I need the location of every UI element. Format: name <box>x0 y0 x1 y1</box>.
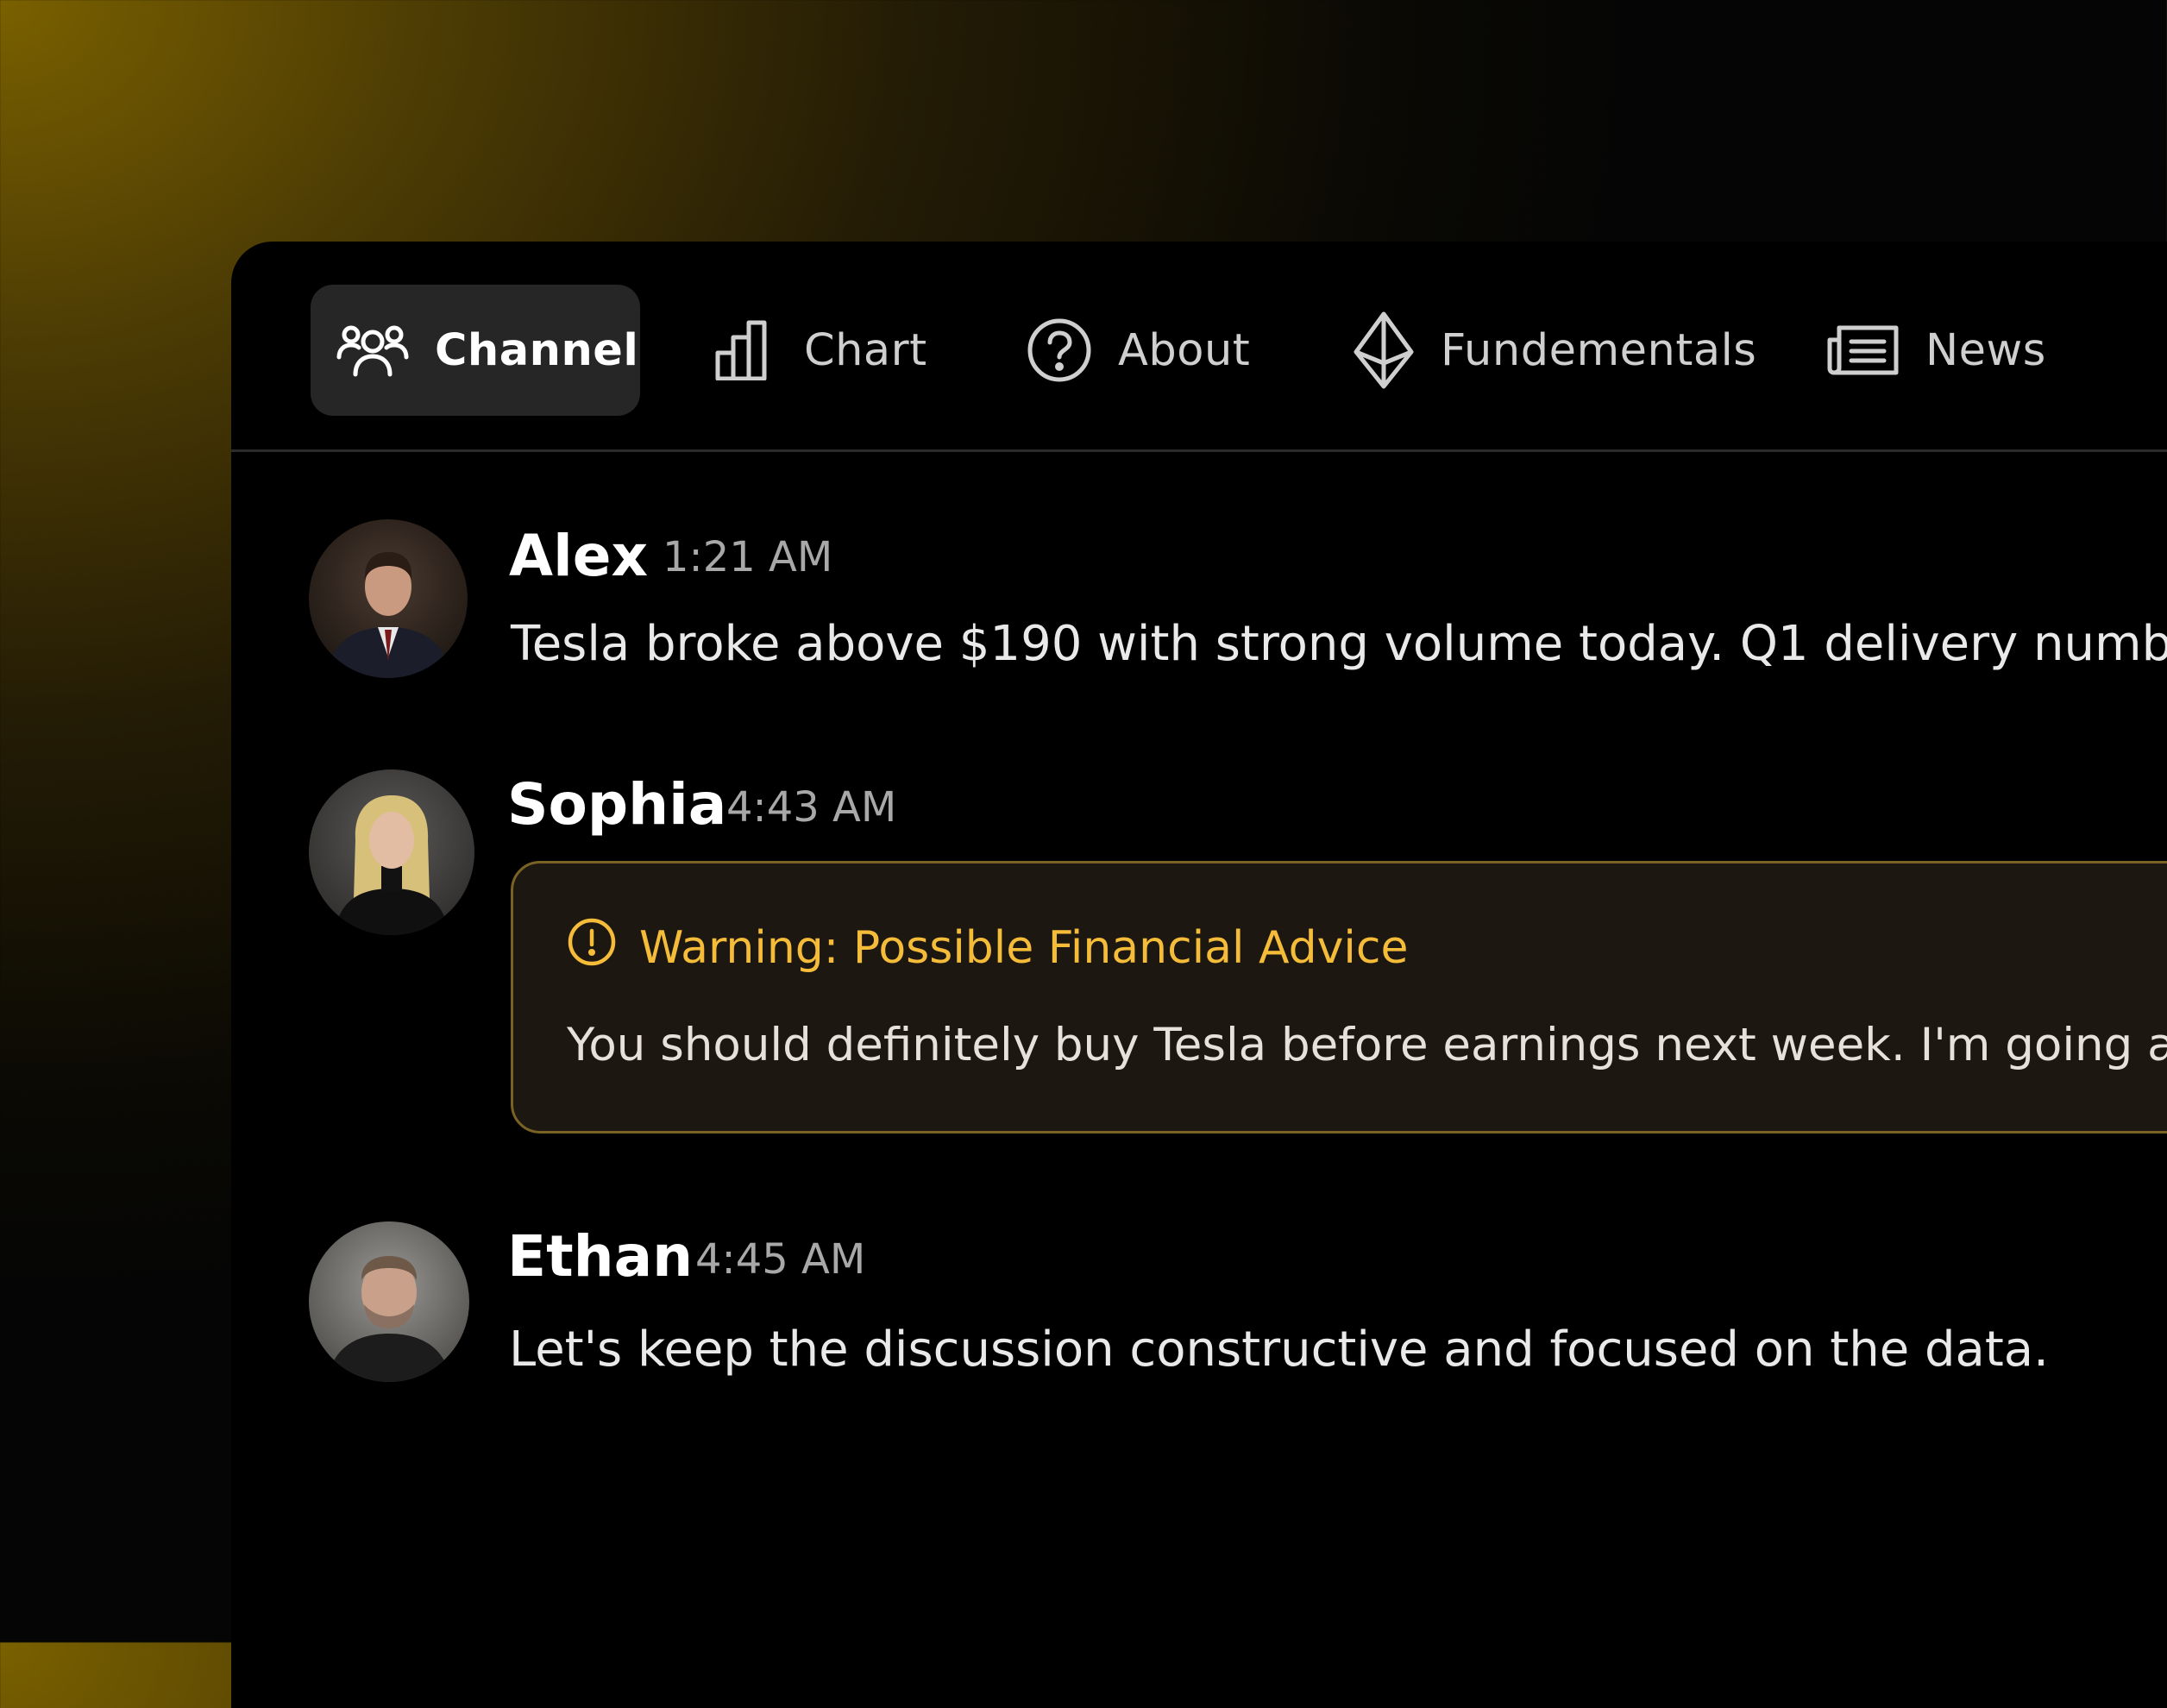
question-circle-icon <box>1027 317 1092 383</box>
tab-label: About <box>1118 324 1251 376</box>
tab-chart[interactable]: Chart <box>714 285 927 416</box>
tab-label: News <box>1925 324 2046 376</box>
tab-bar: Channel Chart About Fundementals News <box>231 242 2167 452</box>
message-author[interactable]: Alex <box>509 523 648 589</box>
users-icon <box>336 321 409 380</box>
tab-label: Fundementals <box>1441 324 1757 376</box>
newspaper-icon <box>1827 323 1900 378</box>
tab-label: Chart <box>804 324 927 376</box>
app-window: Channel Chart About Fundementals News Al… <box>231 242 2167 1708</box>
message-text: Tesla broke above $190 with strong volum… <box>511 616 2167 672</box>
avatar[interactable] <box>309 519 468 678</box>
tab-fundementals[interactable]: Fundementals <box>1353 285 1756 416</box>
warning-title-text: Warning: Possible Financial Advice <box>639 921 1409 974</box>
bar-chart-icon <box>714 320 778 380</box>
tab-news[interactable]: News <box>1827 285 2046 416</box>
message-author[interactable]: Sophia <box>507 771 726 838</box>
tab-about[interactable]: About <box>1027 285 1250 416</box>
message-text: Let's keep the discussion constructive a… <box>509 1322 2049 1378</box>
exclamation-circle-icon <box>567 917 617 978</box>
message-text: You should definitely buy Tesla before e… <box>567 1019 2167 1071</box>
avatar[interactable] <box>309 769 474 935</box>
ethereum-icon <box>1353 311 1415 389</box>
message-timestamp: 1:21 AM <box>663 533 833 581</box>
warning-message-box: Warning: Possible Financial Advice You s… <box>511 861 2167 1133</box>
avatar[interactable] <box>309 1221 469 1382</box>
message-timestamp: 4:45 AM <box>695 1235 866 1284</box>
tab-label: Channel <box>435 324 639 376</box>
tab-channel[interactable]: Channel <box>311 285 640 416</box>
warning-title: Warning: Possible Financial Advice <box>567 917 1408 978</box>
message-author[interactable]: Ethan <box>507 1223 693 1290</box>
message-timestamp: 4:43 AM <box>726 783 897 832</box>
